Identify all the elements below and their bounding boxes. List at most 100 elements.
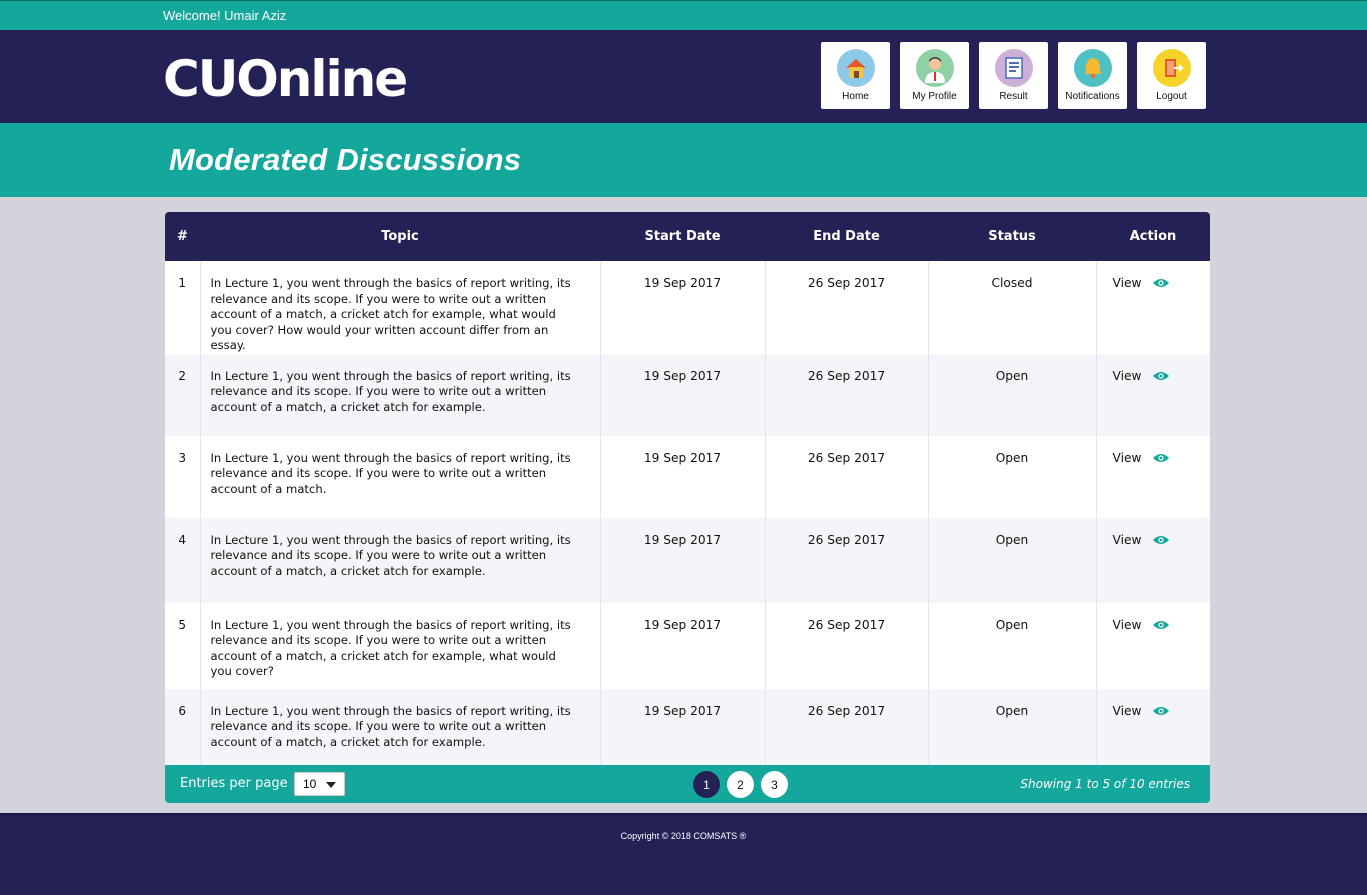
- profile-icon: [915, 49, 954, 87]
- nav-profile-label: My Profile: [912, 91, 957, 102]
- row-number: 6: [178, 703, 187, 718]
- discussions-card: # Topic Start Date End Date Status Actio…: [165, 212, 1210, 803]
- eye-icon: [1153, 620, 1170, 629]
- view-label: View: [1112, 450, 1142, 465]
- column-header-status: Status: [988, 229, 1036, 244]
- logout-icon: [1152, 49, 1191, 87]
- copyright-text: Copyright © 2018 COMSATS ®: [620, 831, 747, 841]
- row-status: Open: [927, 435, 1096, 518]
- row-start-date: 19 Sep 2017: [599, 353, 765, 436]
- row-action: View: [1095, 261, 1211, 354]
- column-header-topic: Topic: [381, 229, 419, 244]
- column-header-end-date: End Date: [813, 229, 880, 244]
- nav-home-label: Home: [842, 91, 869, 102]
- footer: Copyright © 2018 COMSATS ®: [0, 813, 1367, 895]
- row-number: 5: [178, 617, 187, 632]
- pagination: 1 2 3: [693, 771, 788, 798]
- view-label: View: [1112, 532, 1142, 547]
- nav-notifications-label: Notifications: [1065, 91, 1120, 102]
- pagination-bar: Entries per page 10 1 2 3 Showing 1 to 5…: [165, 765, 1210, 803]
- row-status: Closed: [927, 261, 1096, 354]
- row-action: View: [1095, 353, 1211, 436]
- table-header-row: # Topic Start Date End Date Status Actio…: [165, 212, 1210, 261]
- row-status: Open: [927, 353, 1096, 436]
- nav-logout-label: Logout: [1156, 91, 1187, 102]
- header: CUOnline Home My Profile Result Notifica…: [0, 30, 1367, 123]
- row-start-date: 19 Sep 2017: [599, 517, 765, 603]
- row-end-date: 26 Sep 2017: [764, 353, 928, 436]
- bell-icon: [1073, 49, 1112, 87]
- eye-icon: [1153, 706, 1170, 715]
- row-topic: In Lecture 1, you went through the basic…: [199, 517, 600, 603]
- row-topic: In Lecture 1, you went through the basic…: [199, 353, 600, 436]
- row-end-date: 26 Sep 2017: [764, 688, 928, 773]
- column-header-action: Action: [1129, 229, 1177, 244]
- nav-home-button[interactable]: Home: [821, 42, 890, 109]
- table-row: 4 In Lecture 1, you went through the bas…: [165, 517, 1211, 603]
- chevron-down-icon: [326, 782, 336, 788]
- view-label: View: [1112, 703, 1142, 718]
- row-start-date: 19 Sep 2017: [599, 261, 765, 354]
- view-button[interactable]: View: [1113, 618, 1211, 632]
- row-start-date: 19 Sep 2017: [599, 435, 765, 518]
- row-status: Open: [927, 602, 1096, 689]
- row-action: View: [1095, 602, 1211, 689]
- row-topic: In Lecture 1, you went through the basic…: [199, 435, 600, 518]
- column-header-start-date: Start Date: [644, 229, 721, 244]
- title-bar: Moderated Discussions: [0, 123, 1367, 197]
- top-bar: Welcome! Umair Aziz: [0, 0, 1367, 30]
- row-end-date: 26 Sep 2017: [764, 602, 928, 689]
- row-action: View: [1095, 435, 1211, 518]
- page-button-1[interactable]: 1: [693, 771, 720, 798]
- view-button[interactable]: View: [1113, 704, 1211, 718]
- view-label: View: [1112, 617, 1142, 632]
- row-topic: In Lecture 1, you went through the basic…: [199, 602, 600, 689]
- discussions-table: # Topic Start Date End Date Status Actio…: [165, 212, 1210, 773]
- logo-text: CUOnline: [163, 50, 406, 108]
- row-end-date: 26 Sep 2017: [764, 517, 928, 603]
- eye-icon: [1153, 535, 1170, 544]
- page-title: Moderated Discussions: [169, 142, 522, 177]
- view-button[interactable]: View: [1113, 451, 1211, 465]
- entries-per-page-label: Entries per page: [180, 776, 288, 791]
- view-label: View: [1112, 368, 1142, 383]
- view-button[interactable]: View: [1113, 533, 1211, 547]
- entries-per-page-value: 10: [303, 777, 317, 791]
- entries-per-page-select[interactable]: 10: [294, 772, 345, 796]
- eye-icon: [1153, 371, 1170, 380]
- row-action: View: [1095, 517, 1211, 603]
- welcome-text: Welcome! Umair Aziz: [163, 8, 287, 23]
- page-button-2[interactable]: 2: [727, 771, 754, 798]
- row-number: 3: [178, 450, 187, 465]
- main-nav: Home My Profile Result Notifications Log…: [821, 42, 1206, 109]
- row-start-date: 19 Sep 2017: [599, 688, 765, 773]
- table-row: 1 In Lecture 1, you went through the bas…: [165, 261, 1210, 354]
- nav-result-button[interactable]: Result: [979, 42, 1048, 109]
- row-end-date: 26 Sep 2017: [764, 435, 928, 518]
- row-status: Open: [927, 517, 1096, 603]
- view-button[interactable]: View: [1113, 276, 1211, 290]
- home-icon: [836, 49, 875, 87]
- table-row: 3 In Lecture 1, you went through the bas…: [165, 435, 1211, 518]
- table-row: 6 In Lecture 1, you went through the bas…: [165, 688, 1211, 773]
- row-number: 4: [178, 532, 187, 547]
- row-topic: In Lecture 1, you went through the basic…: [199, 261, 600, 354]
- row-number: 2: [178, 368, 187, 383]
- result-icon: [994, 49, 1033, 87]
- view-label: View: [1112, 276, 1142, 290]
- row-end-date: 26 Sep 2017: [764, 261, 928, 354]
- nav-profile-button[interactable]: My Profile: [900, 42, 969, 109]
- cuonline-logo[interactable]: CUOnline: [163, 48, 418, 108]
- eye-icon: [1153, 279, 1170, 287]
- row-number: 1: [178, 276, 187, 290]
- eye-icon: [1153, 453, 1170, 462]
- row-action: View: [1095, 688, 1211, 773]
- view-button[interactable]: View: [1113, 369, 1211, 383]
- row-status: Open: [927, 688, 1096, 773]
- nav-logout-button[interactable]: Logout: [1137, 42, 1206, 109]
- row-topic: In Lecture 1, you went through the basic…: [199, 688, 600, 773]
- table-row: 2 In Lecture 1, you went through the bas…: [165, 353, 1211, 436]
- nav-notifications-button[interactable]: Notifications: [1058, 42, 1127, 109]
- column-header-number: #: [177, 229, 188, 244]
- page-button-3[interactable]: 3: [761, 771, 788, 798]
